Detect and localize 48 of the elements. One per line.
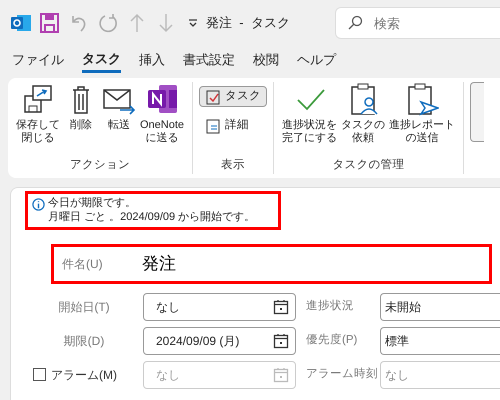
- ribbon-button[interactable]: OneNote に送る: [138, 82, 186, 157]
- field-label: 件名(U): [62, 256, 104, 273]
- app-logo-icon[interactable]: [10, 12, 32, 34]
- date-field[interactable]: 2024/09/09 (月): [143, 326, 296, 355]
- search-icon: [347, 15, 363, 31]
- field-label: 期限(D): [64, 334, 104, 348]
- subject-value: 発注: [142, 252, 176, 275]
- subject-field[interactable]: 件名(U) 発注: [51, 244, 492, 284]
- ribbon-button[interactable]: 保存して 閉じる: [14, 82, 62, 157]
- ribbon-button[interactable]: 進捗状況を 完了にする: [280, 82, 340, 157]
- field-label: 進捗状況: [306, 298, 355, 314]
- info-icon: [32, 198, 45, 211]
- search-field[interactable]: 検索: [335, 7, 500, 39]
- info-text: 今日が期限です。: [48, 196, 137, 210]
- group-label: アクション: [69, 158, 132, 173]
- ribbon-tab[interactable]: ヘルプ: [297, 50, 336, 72]
- caret-icon[interactable]: [188, 19, 198, 27]
- notebook-icon: [145, 82, 180, 116]
- field-label: 優先度(P): [306, 332, 358, 348]
- save-icon[interactable]: [39, 12, 61, 34]
- window-title: 発注 - タスク: [206, 14, 290, 32]
- ribbon-button[interactable]: 詳細: [199, 115, 268, 136]
- clipboard-list-icon: [205, 117, 222, 134]
- clipboard-check-icon: [205, 88, 222, 106]
- group-label: タスクの管理: [332, 158, 406, 173]
- ribbon-tab[interactable]: 書式設定: [183, 50, 235, 72]
- ribbon-button[interactable]: 転送: [100, 82, 138, 157]
- ribbon-tab[interactable]: 挿入: [139, 50, 165, 72]
- date-field[interactable]: なし: [143, 292, 296, 321]
- redo-icon[interactable]: [97, 12, 119, 34]
- ribbon-tab[interactable]: 校閲: [253, 50, 279, 72]
- ribbon-button[interactable]: 削除: [62, 82, 100, 157]
- field-label: アラーム(M): [51, 366, 117, 384]
- ribbon-tab[interactable]: タスク: [82, 48, 121, 74]
- ribbon-button[interactable]: タスク: [199, 86, 268, 108]
- ribbon-button[interactable]: 進捗レポート の送信: [387, 82, 458, 157]
- field-label: 開始日(T): [58, 300, 110, 314]
- dropdown-field[interactable]: 標準: [380, 326, 500, 355]
- info-text: 月曜日 ごと 。2024/09/09 から開始です。: [48, 210, 256, 225]
- calendar-icon: [273, 298, 289, 315]
- ribbon-tab[interactable]: ファイル: [12, 50, 64, 72]
- dropdown-field[interactable]: 未開始: [380, 292, 500, 321]
- field-label: アラーム時刻: [306, 366, 379, 382]
- ribbon-button[interactable]: タスクの 依頼: [339, 82, 388, 157]
- group-label: 表示: [220, 158, 246, 173]
- calendar-icon: [273, 332, 289, 349]
- ribbon-button[interactable]: [470, 82, 484, 142]
- calendar-icon: [273, 366, 289, 383]
